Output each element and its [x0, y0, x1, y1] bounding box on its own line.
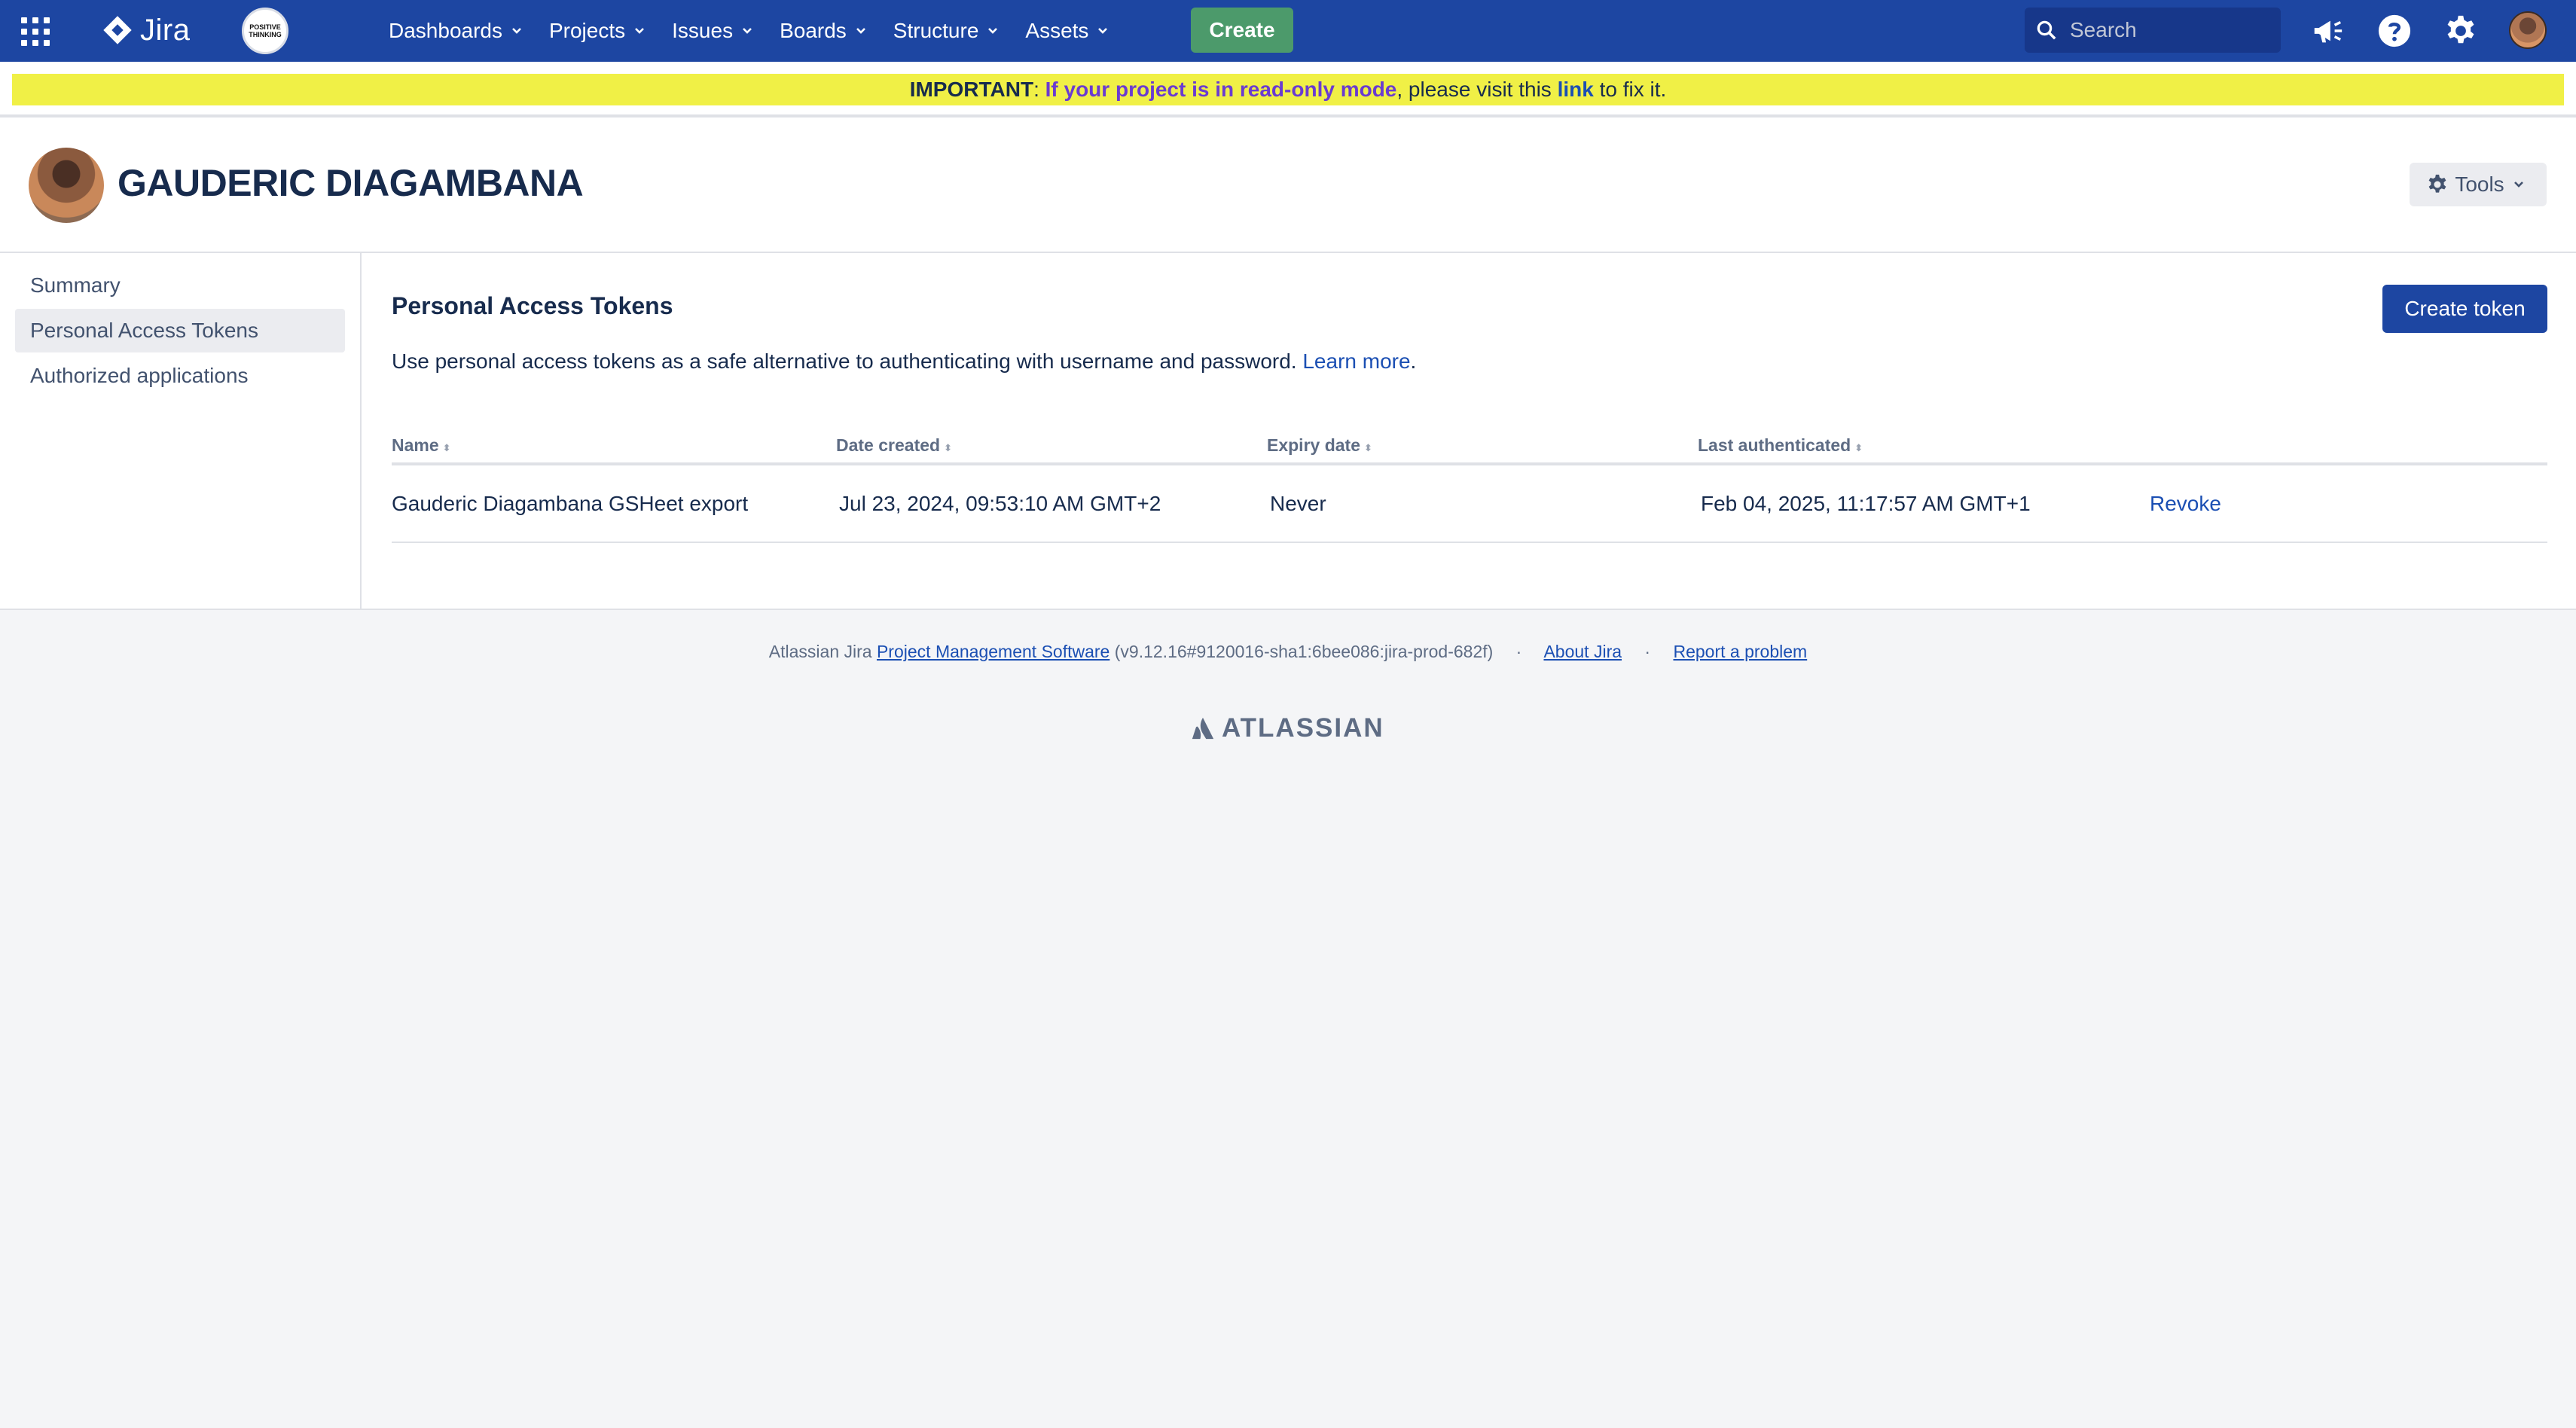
sort-icon: ⬍ [1854, 441, 1863, 453]
learn-more-link[interactable]: Learn more [1302, 349, 1410, 373]
profile-avatar [29, 148, 104, 223]
token-expiry-date: Never [1267, 464, 1698, 543]
about-jira-link[interactable]: About Jira [1543, 642, 1622, 661]
jira-logo-icon [103, 16, 132, 44]
nav-label: Dashboards [389, 19, 502, 42]
column-label: Last authenticated [1698, 435, 1851, 455]
column-header-date-created[interactable]: Date created ⬍ [836, 428, 1267, 465]
organization-logo[interactable]: POSITIVE THINKING [242, 8, 288, 54]
help-button[interactable] [2376, 13, 2413, 49]
chevron-down-icon [512, 28, 521, 34]
footer-prefix: Atlassian Jira [768, 642, 877, 661]
section-description: Use personal access tokens as a safe alt… [392, 349, 1416, 374]
tools-label: Tools [2455, 172, 2504, 196]
project-management-software-link[interactable]: Project Management Software [877, 642, 1109, 661]
revoke-button[interactable]: Revoke [2150, 492, 2221, 515]
footer-version: (v9.12.16#9120016-sha1:6bee086:jira-prod… [1109, 642, 1494, 661]
create-token-button[interactable]: Create token [2382, 285, 2547, 333]
readonly-warning: If your project is in read-only mode [1045, 78, 1397, 101]
banner-fix-link[interactable]: link [1558, 78, 1594, 101]
search-input[interactable] [2070, 18, 2266, 42]
sort-icon: ⬍ [944, 441, 952, 453]
create-issue-button[interactable]: Create [1191, 8, 1293, 53]
footer-separator: · [1515, 642, 1522, 661]
description-text: Use personal access tokens as a safe alt… [392, 349, 1303, 373]
nav-assets[interactable]: Assets [1025, 19, 1108, 43]
profile-header: GAUDERIC DIAGAMBANA Tools [0, 117, 2576, 253]
chevron-down-icon [635, 28, 645, 34]
column-label: Name [392, 435, 439, 455]
sidebar-item-personal-access-tokens[interactable]: Personal Access Tokens [15, 309, 345, 352]
banner-middle-text: , please visit this [1396, 78, 1558, 101]
nav-boards[interactable]: Boards [780, 19, 866, 43]
token-date-created: Jul 23, 2024, 09:53:10 AM GMT+2 [836, 464, 1267, 543]
nav-issues[interactable]: Issues [672, 19, 752, 43]
footer: Atlassian Jira Project Management Softwa… [0, 642, 2576, 662]
sidebar-item-summary[interactable]: Summary [15, 264, 345, 307]
announcement-area: IMPORTANT: If your project is in read-on… [0, 62, 2576, 117]
sort-icon: ⬍ [442, 441, 451, 453]
nav-label: Boards [780, 19, 847, 42]
atlassian-brand-text: ATLASSIAN [1222, 713, 1384, 743]
nav-label: Projects [548, 19, 626, 42]
chevron-down-icon [743, 28, 752, 34]
section-title: Personal Access Tokens [392, 292, 673, 319]
product-name: Jira [140, 13, 191, 47]
important-label: IMPORTANT [909, 78, 1034, 101]
tools-dropdown-button[interactable]: Tools [2410, 163, 2547, 206]
atlassian-logo-icon [1192, 717, 1214, 740]
column-label: Date created [836, 435, 941, 455]
top-navigation: Jira POSITIVE THINKING Dashboards Projec… [0, 0, 2576, 62]
token-last-authenticated: Feb 04, 2025, 11:17:57 AM GMT+1 [1698, 464, 2150, 543]
column-header-name[interactable]: Name ⬍ [392, 428, 836, 465]
tokens-section: Personal Access Tokens Create token Use … [392, 253, 2547, 610]
report-problem-link[interactable]: Report a problem [1673, 642, 1807, 661]
column-header-expiry-date[interactable]: Expiry date ⬍ [1267, 428, 1698, 465]
chevron-down-icon [2513, 182, 2523, 188]
main-menu: Dashboards Projects Issues Boards Struct… [389, 0, 1135, 62]
megaphone-icon [2314, 20, 2343, 43]
help-icon [2378, 14, 2411, 47]
description-end: . [1410, 349, 1417, 373]
banner-colon: : [1033, 78, 1045, 101]
token-actions: Revoke [2150, 464, 2547, 543]
column-header-last-authenticated[interactable]: Last authenticated ⬍ [1698, 428, 2150, 465]
chevron-down-icon [856, 28, 865, 34]
nav-label: Issues [672, 19, 734, 42]
table-header-row: Name ⬍ Date created ⬍ Expiry date ⬍ Last au… [392, 428, 2547, 465]
jira-logo[interactable]: Jira [101, 11, 190, 50]
nav-projects[interactable]: Projects [549, 19, 645, 43]
main-panel: Summary Personal Access Tokens Authorize… [0, 253, 2576, 610]
nav-structure[interactable]: Structure [893, 19, 999, 43]
nav-label: Structure [893, 19, 979, 42]
banner-end-text: to fix it. [1593, 78, 1667, 101]
atlassian-logo[interactable]: ATLASSIAN [1190, 713, 1384, 743]
search-icon [2037, 20, 2056, 40]
sort-icon: ⬍ [1364, 441, 1372, 453]
nav-dashboards[interactable]: Dashboards [389, 19, 522, 43]
notifications-button[interactable] [2309, 13, 2346, 49]
sidebar: Summary Personal Access Tokens Authorize… [0, 253, 362, 610]
org-logo-text: POSITIVE THINKING [249, 23, 282, 38]
app-switcher-icon[interactable] [21, 17, 50, 46]
column-label: Expiry date [1267, 435, 1360, 455]
settings-button[interactable] [2443, 13, 2479, 49]
profile-name: GAUDERIC DIAGAMBANA [118, 162, 584, 204]
gear-icon [2428, 174, 2446, 193]
sidebar-item-authorized-applications[interactable]: Authorized applications [15, 354, 345, 398]
chevron-down-icon [988, 28, 998, 34]
nav-label: Assets [1025, 19, 1089, 42]
tokens-table: Name ⬍ Date created ⬍ Expiry date ⬍ Last au… [392, 428, 2547, 543]
table-row: Gauderic Diagambana GSHeet export Jul 23… [392, 464, 2547, 543]
token-name: Gauderic Diagambana GSHeet export [392, 464, 836, 543]
footer-separator: · [1644, 642, 1651, 661]
column-header-actions [2150, 428, 2547, 465]
user-avatar[interactable] [2509, 11, 2547, 49]
announcement-banner: IMPORTANT: If your project is in read-on… [12, 74, 2564, 105]
chevron-down-icon [1098, 28, 1108, 34]
search-box[interactable] [2025, 8, 2281, 53]
gear-icon [2447, 15, 2474, 44]
